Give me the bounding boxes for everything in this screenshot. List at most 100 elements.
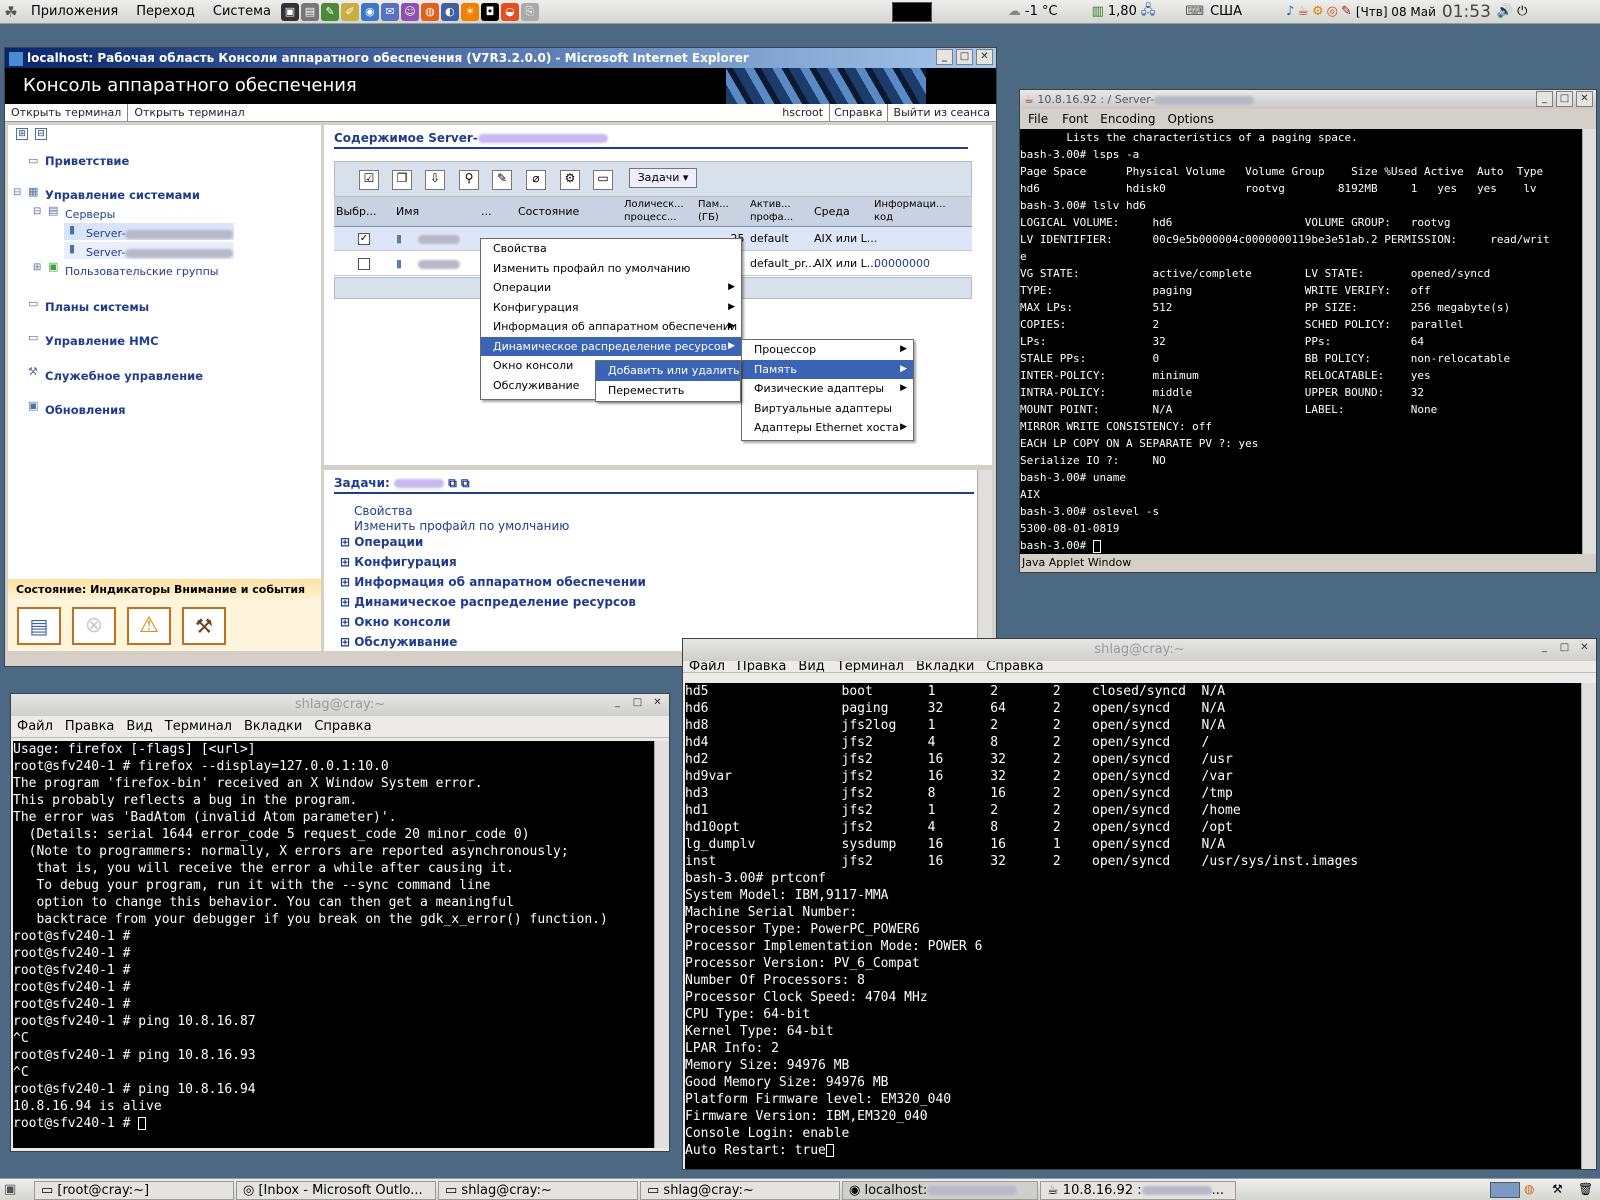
camera-launcher-icon[interactable]: ◘ <box>480 2 499 21</box>
nav-user-groups[interactable]: Пользовательские группы <box>65 265 218 278</box>
workspace-switcher[interactable] <box>1490 1182 1520 1198</box>
menu-view[interactable]: Вид <box>792 661 830 672</box>
col-ref-code[interactable]: Информаци... код <box>874 198 954 224</box>
memory-add-remove[interactable]: Добавить или удалить <box>596 361 740 381</box>
window-launcher-icon[interactable]: ▤ <box>300 2 319 21</box>
col-name[interactable]: Имя <box>396 205 419 218</box>
filter-icon[interactable]: ⇩ <box>425 170 445 190</box>
menu-file[interactable]: Файл <box>11 719 59 734</box>
editor-launcher-icon[interactable]: ✐ <box>340 2 359 21</box>
menu-edit[interactable]: Правка <box>59 719 120 734</box>
taskbar-item-java[interactable]: ☕ 10.8.16.92 :... <box>1040 1181 1236 1200</box>
settings-icon[interactable]: ⚙ <box>560 170 580 190</box>
tray-music-icon[interactable]: ♪ <box>1286 4 1294 19</box>
browser-launcher-icon[interactable]: ◉ <box>360 2 379 21</box>
menu-file[interactable]: Файл <box>683 661 731 672</box>
maximize-button[interactable]: □ <box>1556 641 1573 657</box>
ctx-configuration[interactable]: Конфигурация ▶ <box>481 298 741 318</box>
terminal-right-output[interactable]: hd5 boot 1 2 2 closed/syncd N/A hd6 pagin… <box>685 683 1581 1169</box>
menu-places[interactable]: Переход <box>127 0 204 24</box>
task-group-hardware-info[interactable]: ⊞ Информация об аппаратном обеспечении <box>340 575 646 589</box>
col-select[interactable]: Выбр... <box>336 205 377 218</box>
menu-applications[interactable]: Приложения <box>22 0 127 24</box>
taskbar-item-terminal-1[interactable]: ▭ shlag@cray:~ <box>438 1181 638 1200</box>
messenger-launcher-icon[interactable]: ☺ <box>400 2 419 21</box>
submenu-host-ethernet[interactable]: Адаптеры Ethernet хоста ▶ <box>742 418 913 438</box>
foot-icon[interactable]: ☘ <box>0 3 22 21</box>
taskbar-item-ie[interactable]: ◉ localhost: <box>842 1181 1038 1200</box>
collapse-systems-icon[interactable]: ⊟ <box>13 187 21 198</box>
close-button[interactable]: ✕ <box>976 49 993 65</box>
tasks-dropdown-button[interactable]: Задачи ▾ <box>629 168 697 188</box>
keyboard-layout-label[interactable]: США <box>1204 4 1286 19</box>
task-group-console-window[interactable]: ⊞ Окно консоли <box>340 615 451 629</box>
nav-server-2[interactable]: Server- <box>86 246 234 259</box>
col-memory[interactable]: Пам... (ГБ) <box>698 198 736 224</box>
java-scrollbar[interactable] <box>1582 129 1596 554</box>
row-ref-code[interactable]: 00000000 <box>874 252 930 276</box>
status-attention-icon[interactable]: ⚠ <box>127 607 171 645</box>
edit-icon[interactable]: ✎ <box>492 170 512 190</box>
menu-terminal[interactable]: Терминал <box>159 719 238 734</box>
select-all-icon[interactable]: ☑ <box>359 170 379 190</box>
nav-service-management[interactable]: Служебное управление <box>45 369 203 383</box>
col-more[interactable]: ... <box>481 205 492 218</box>
close-button[interactable]: ✕ <box>1576 641 1593 657</box>
minimize-button[interactable]: _ <box>1536 641 1553 657</box>
row-checkbox[interactable] <box>358 258 370 270</box>
media-launcher-icon[interactable]: ☀ <box>460 2 479 21</box>
col-processors[interactable]: Лолическ... процесс... <box>624 198 684 224</box>
status-service-icon[interactable]: ⚒ <box>182 607 226 645</box>
help-link[interactable]: Справка <box>830 104 888 121</box>
collapse-all-icon[interactable]: ⊟ <box>35 128 47 140</box>
close-button[interactable]: ✕ <box>649 696 666 712</box>
columns-icon[interactable]: ⚲ <box>459 170 479 190</box>
terminal-left-scrollbar[interactable] <box>654 741 669 1148</box>
task-change-profile-link[interactable]: Изменить профайл по умолчанию <box>354 519 569 533</box>
menu-terminal[interactable]: Терминал <box>831 661 910 672</box>
expand-groups-icon[interactable]: ⊞ <box>33 262 41 273</box>
java-terminal-output[interactable]: Lists the characteristics of a paging sp… <box>1020 129 1582 554</box>
logoff-link[interactable]: Выйти из сеанса <box>888 104 996 121</box>
tray-pen-icon[interactable]: ✎ <box>1341 4 1352 19</box>
terminal-launcher-icon[interactable]: ▣ <box>280 2 299 21</box>
task-group-configuration[interactable]: ⊞ Конфигурация <box>340 555 457 569</box>
maximize-button[interactable]: □ <box>629 696 646 712</box>
view-icon[interactable]: ▭ <box>593 170 613 190</box>
nav-server-1[interactable]: Server- <box>86 227 234 240</box>
expand-all-icon[interactable]: ⊞ <box>16 128 28 140</box>
copy-icon[interactable]: ❐ <box>392 170 412 190</box>
minimize-button[interactable]: _ <box>1536 91 1553 107</box>
ctx-change-default-profile[interactable]: Изменить профайл по умолчанию <box>481 259 741 279</box>
tray-firefox-icon[interactable]: ◍ <box>1524 1182 1534 1196</box>
menu-view[interactable]: Вид <box>120 719 158 734</box>
trash-icon[interactable]: 🗑 <box>1578 1182 1593 1196</box>
status-log-icon[interactable]: ▤ <box>17 607 61 645</box>
app-launcher-icon[interactable]: ◐ <box>440 2 459 21</box>
power-icon[interactable]: ⏻ <box>1513 4 1531 19</box>
row-profile[interactable]: default_pr... <box>750 252 815 276</box>
open-terminal-link-2[interactable]: Открыть терминал <box>128 104 250 121</box>
col-profile[interactable]: Актив... профа... <box>750 198 802 224</box>
minimize-button[interactable]: _ <box>609 696 626 712</box>
menu-edit[interactable]: Правка <box>731 661 792 672</box>
clock-time[interactable]: 01:53 <box>1436 2 1497 22</box>
java-menu-encoding[interactable]: Encoding <box>1094 109 1161 129</box>
minimize-button[interactable]: _ <box>936 49 953 65</box>
submenu-virtual-adapters[interactable]: Виртуальные адаптеры <box>742 399 913 419</box>
menu-help[interactable]: Справка <box>980 661 1049 672</box>
status-error-icon[interactable]: ⊗ <box>72 607 116 645</box>
nav-systems-management[interactable]: Управление системами <box>45 188 200 202</box>
java-menu-font[interactable]: Font <box>1056 109 1094 129</box>
tray-update-icon[interactable]: ⚙ <box>1312 4 1324 19</box>
col-environment[interactable]: Среда <box>814 205 850 218</box>
menu-tabs[interactable]: Вкладки <box>910 661 980 672</box>
task-properties-link[interactable]: Свойства <box>354 504 413 518</box>
terminal-left-titlebar[interactable]: shlag@cray:~ _ □ ✕ <box>11 694 669 716</box>
maximize-button[interactable]: □ <box>1556 91 1573 107</box>
col-state[interactable]: Состояние <box>518 205 579 218</box>
submenu-physical-adapters[interactable]: Физические адаптеры ▶ <box>742 379 913 399</box>
java-titlebar[interactable]: ☕ 10.8.16.92 : / Server- _ □ ✕ <box>1020 90 1596 109</box>
row-profile[interactable]: default <box>750 227 789 251</box>
ie-titlebar[interactable]: localhost: Рабочая область Консоли аппар… <box>5 48 996 68</box>
